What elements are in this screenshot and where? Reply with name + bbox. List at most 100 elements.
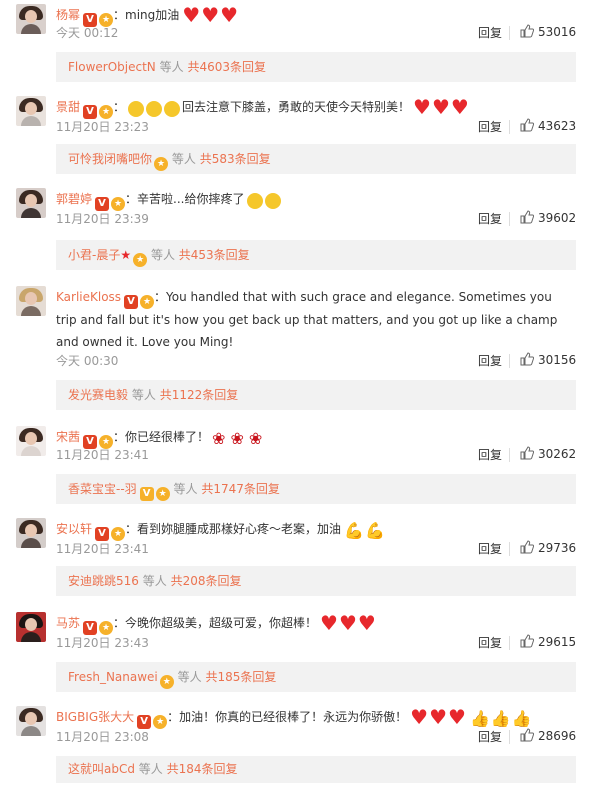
avatar[interactable] bbox=[16, 612, 46, 642]
avatar[interactable] bbox=[16, 286, 46, 316]
reply-username[interactable]: 发光赛电毅 bbox=[68, 388, 128, 402]
reply-count[interactable]: 共208条回复 bbox=[171, 574, 242, 588]
verified-badge-icon: V bbox=[83, 105, 98, 119]
thumbs-up-icon bbox=[520, 210, 534, 224]
like-count: 30156 bbox=[538, 353, 577, 367]
like-button[interactable]: 53016 bbox=[520, 24, 576, 39]
hearts-emoji-icon: ♥♥♥ bbox=[413, 95, 469, 119]
thumbs-up-icon bbox=[520, 118, 534, 132]
reply-username[interactable]: FlowerObjectN bbox=[68, 60, 156, 74]
others-label: 等人 bbox=[173, 482, 198, 496]
username[interactable]: BIGBIG张大大 bbox=[56, 710, 134, 724]
divider bbox=[509, 212, 510, 226]
avatar[interactable] bbox=[16, 518, 46, 548]
timestamp: 今天 00:12 bbox=[56, 26, 119, 40]
medal-icon: ★ bbox=[140, 295, 155, 309]
verified-badge-icon: V bbox=[139, 487, 154, 501]
smile-emoji-icon bbox=[247, 191, 283, 213]
timestamp: 11月20日 23:23 bbox=[56, 120, 149, 134]
username[interactable]: 安以轩 bbox=[56, 522, 92, 536]
reply-username[interactable]: 安迪跳跳516 bbox=[68, 574, 139, 588]
comment-body: ：ming加油 bbox=[113, 8, 180, 22]
medal-icon: ★ bbox=[155, 487, 170, 501]
comment-body: ：今晚你超级美，超级可爱，你超棒！ bbox=[113, 616, 318, 630]
like-button[interactable]: 43623 bbox=[520, 118, 576, 133]
reply-button[interactable]: 回复 bbox=[478, 634, 502, 651]
like-button[interactable]: 29615 bbox=[520, 634, 576, 649]
reply-username[interactable]: 这就叫abCd bbox=[68, 762, 135, 776]
username[interactable]: 杨幂 bbox=[56, 8, 80, 22]
reply-count[interactable]: 共185条回复 bbox=[205, 670, 276, 684]
reply-count[interactable]: 共4603条回复 bbox=[187, 60, 266, 74]
thumbs-up-icon bbox=[520, 446, 534, 460]
reply-button[interactable]: 回复 bbox=[478, 24, 502, 41]
comment-body: 回去注意下膝盖，勇敢的天使今天特别美！ bbox=[182, 100, 411, 114]
reply-username[interactable]: 香菜宝宝--羽 bbox=[68, 482, 137, 496]
reply-summary[interactable]: 可怜我闭嘴吧你 ★ 等人 共583条回复 bbox=[56, 144, 576, 174]
reply-button[interactable]: 回复 bbox=[478, 352, 502, 369]
username[interactable]: 马苏 bbox=[56, 616, 80, 630]
username[interactable]: 宋茜 bbox=[56, 430, 80, 444]
muscle-emoji-icon: 💪💪 bbox=[344, 521, 385, 540]
verified-badge-icon: V bbox=[137, 715, 152, 729]
reply-username[interactable]: 可怜我闭嘴吧你 bbox=[68, 152, 152, 166]
reply-button[interactable]: 回复 bbox=[478, 728, 502, 745]
reply-count[interactable]: 共184条回复 bbox=[167, 762, 238, 776]
divider bbox=[509, 542, 510, 556]
like-button[interactable]: 28696 bbox=[520, 728, 576, 743]
thumbs-up-icon bbox=[520, 634, 534, 648]
reply-username[interactable]: Fresh_Nanawei bbox=[68, 670, 158, 684]
reply-count[interactable]: 共1747条回复 bbox=[201, 482, 280, 496]
others-label: 等人 bbox=[159, 60, 184, 74]
avatar[interactable] bbox=[16, 96, 46, 126]
medal-icon: ★ bbox=[153, 715, 168, 729]
avatar[interactable] bbox=[16, 4, 46, 34]
comment-item: 宋茜 V ★ ：你已经很棒了！ ❀ ❀ ❀ 11月20日 23:41 回复 30262 香菜… bbox=[0, 422, 590, 514]
username[interactable]: 景甜 bbox=[56, 100, 80, 114]
like-count: 39602 bbox=[538, 211, 577, 225]
like-button[interactable]: 30262 bbox=[520, 446, 576, 461]
timestamp: 今天 00:30 bbox=[56, 354, 119, 368]
reply-summary[interactable]: FlowerObjectN 等人 共4603条回复 bbox=[56, 52, 576, 82]
thumbs-up-icon bbox=[520, 24, 534, 38]
verified-badge-icon: V bbox=[95, 197, 110, 211]
reply-count[interactable]: 共453条回复 bbox=[179, 248, 250, 262]
avatar[interactable] bbox=[16, 426, 46, 456]
reply-username[interactable]: 小君-晨子 bbox=[68, 248, 120, 262]
timestamp: 11月20日 23:41 bbox=[56, 542, 149, 556]
like-button[interactable]: 29736 bbox=[520, 540, 576, 555]
reply-button[interactable]: 回复 bbox=[478, 446, 502, 463]
others-label: 等人 bbox=[142, 574, 167, 588]
timestamp: 11月20日 23:39 bbox=[56, 212, 149, 226]
avatar[interactable] bbox=[16, 706, 46, 736]
like-button[interactable]: 39602 bbox=[520, 210, 576, 225]
divider bbox=[509, 354, 510, 368]
verified-badge-icon: V bbox=[124, 295, 139, 309]
reply-summary[interactable]: 安迪跳跳516 等人 共208条回复 bbox=[56, 566, 576, 596]
like-count: 28696 bbox=[538, 729, 577, 743]
reply-summary[interactable]: 这就叫abCd 等人 共184条回复 bbox=[56, 756, 576, 783]
like-button[interactable]: 30156 bbox=[520, 352, 576, 367]
others-label: 等人 bbox=[171, 152, 196, 166]
verified-badge-icon: V bbox=[83, 621, 98, 635]
comment-body: ：加油！你真的已经很棒了！永远为你骄傲！ bbox=[167, 710, 408, 724]
reply-summary[interactable]: 发光赛电毅 等人 共1122条回复 bbox=[56, 380, 576, 410]
reply-button[interactable]: 回复 bbox=[478, 118, 502, 135]
username[interactable]: 郭碧婷 bbox=[56, 192, 92, 206]
reply-count[interactable]: 共583条回复 bbox=[200, 152, 271, 166]
divider bbox=[509, 120, 510, 134]
comment-item: 马苏 V ★ ：今晚你超级美，超级可爱，你超棒！ ♥♥♥ 11月20日 23:43 回复… bbox=[0, 608, 590, 700]
reply-summary[interactable]: Fresh_Nanawei ★ 等人 共185条回复 bbox=[56, 662, 576, 692]
comment-body: ：你已经很棒了！ bbox=[113, 430, 210, 444]
reply-count[interactable]: 共1122条回复 bbox=[160, 388, 239, 402]
reply-summary[interactable]: 香菜宝宝--羽 V ★ 等人 共1747条回复 bbox=[56, 474, 576, 504]
comment-body: ：辛苦啦...给你摔疼了 bbox=[125, 192, 245, 206]
username[interactable]: KarlieKloss bbox=[56, 290, 121, 304]
reply-summary[interactable]: 小君-晨子★ ★ 等人 共453条回复 bbox=[56, 240, 576, 270]
medal-icon: ★ bbox=[111, 197, 126, 211]
reply-button[interactable]: 回复 bbox=[478, 540, 502, 557]
avatar[interactable] bbox=[16, 188, 46, 218]
reply-button[interactable]: 回复 bbox=[478, 210, 502, 227]
divider bbox=[509, 26, 510, 40]
hearts-emoji-icon: ♥♥♥ bbox=[320, 611, 376, 635]
